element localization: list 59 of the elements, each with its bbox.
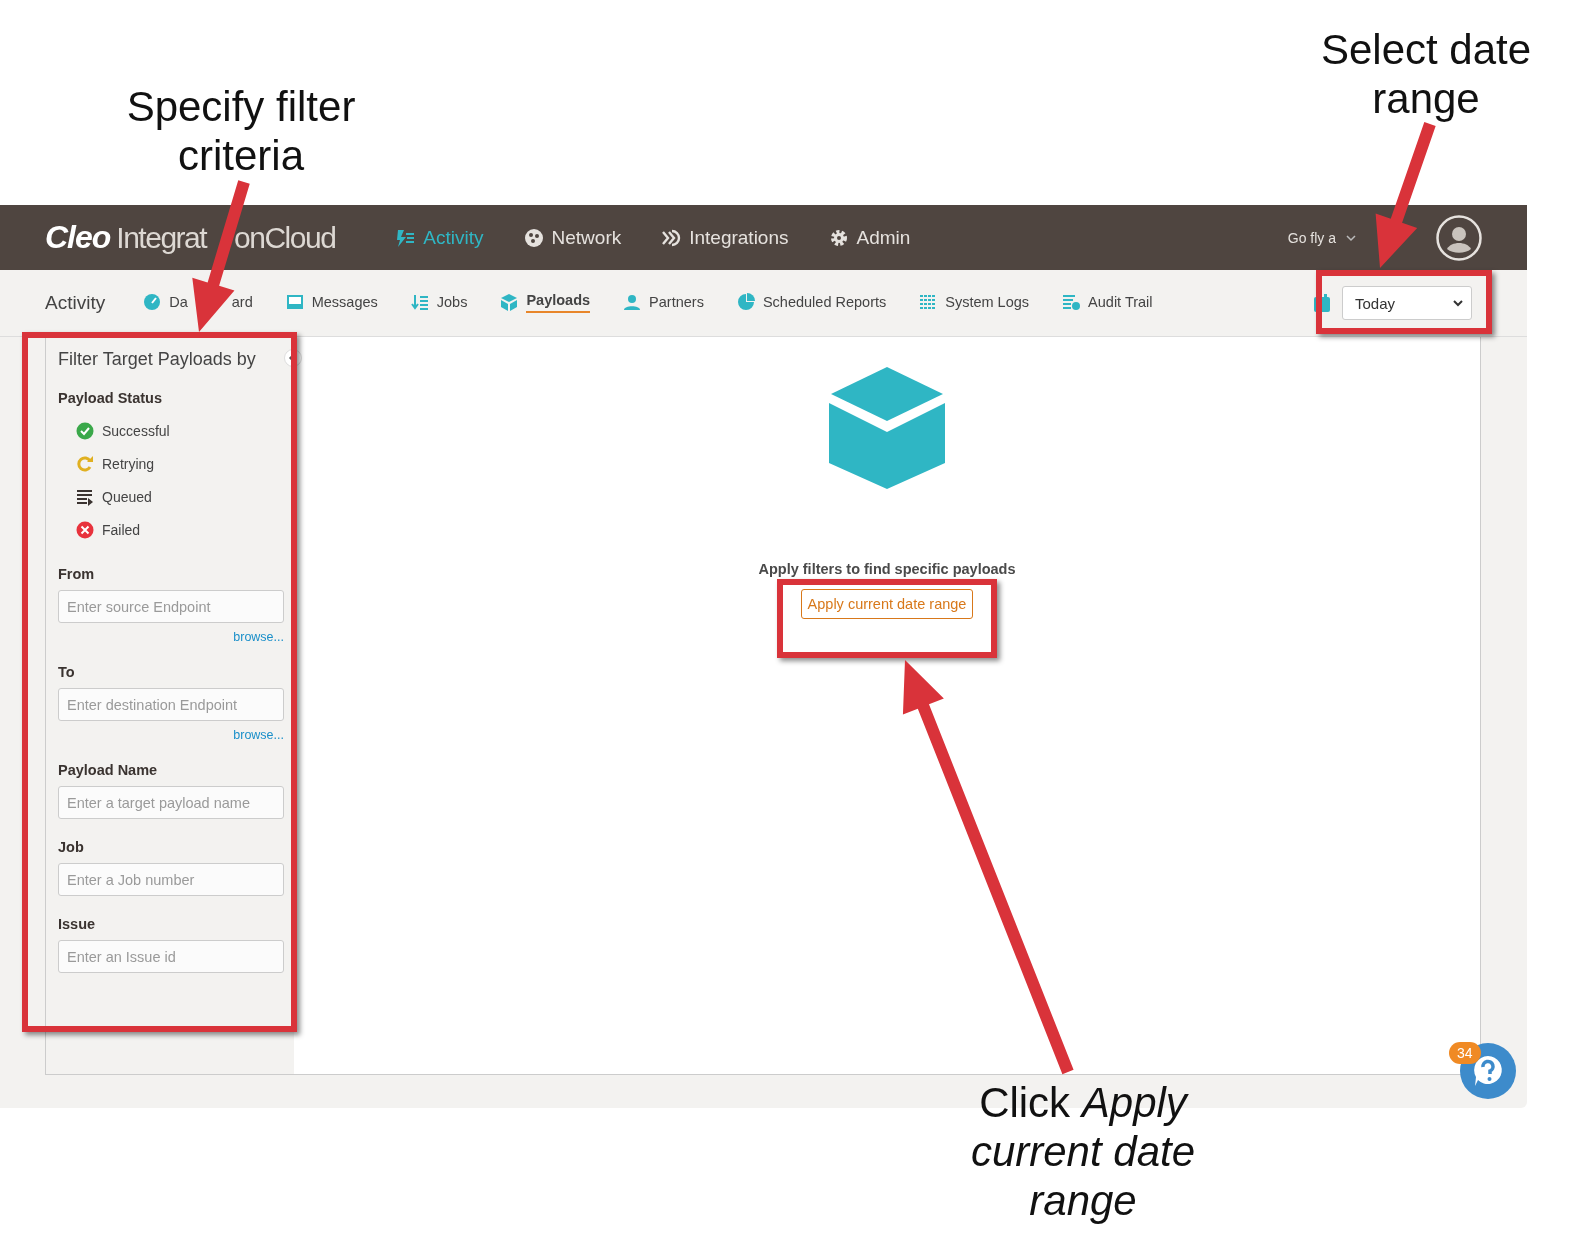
tab[interactable]: Messages — [285, 285, 378, 321]
queue-icon — [76, 487, 94, 506]
field-label: Issue — [58, 916, 97, 932]
list-icon — [1062, 293, 1081, 311]
annotation-text: Select date range — [1319, 25, 1533, 124]
nav-item[interactable]: Integrations — [661, 226, 789, 249]
input-field[interactable]: Enter a target payload name — [58, 786, 284, 819]
tab[interactable]: System Logs — [919, 285, 1030, 321]
field-label: From — [58, 566, 96, 582]
logo-product: Integrat — [116, 221, 207, 255]
field-label: Job — [58, 839, 85, 855]
input-field[interactable]: Enter a Job number — [58, 863, 284, 896]
box-icon — [500, 293, 519, 311]
tab[interactable]: Jobs — [410, 285, 468, 321]
section-title: Activity — [45, 292, 106, 314]
nav-item[interactable]: Activity — [395, 226, 484, 249]
panel-title: Filter Target Payloads by — [58, 349, 257, 370]
list-icon — [410, 293, 429, 311]
nav-item[interactable]: Network — [523, 226, 622, 249]
nav-item[interactable]: Admin — [828, 226, 911, 249]
check-circle-icon — [76, 421, 94, 440]
logo-product: onCloud — [234, 221, 336, 255]
field-label: To — [58, 664, 76, 680]
chevron-down-icon — [1346, 233, 1356, 242]
person-icon — [623, 293, 642, 311]
annotation-text: Click Apply current date range — [969, 1078, 1197, 1226]
date-range-select[interactable]: Today — [1342, 286, 1472, 320]
section-label: Payload Status — [58, 390, 163, 406]
logo-brand: Cleo — [45, 219, 111, 256]
annotation-text: Specify filter criteria — [125, 82, 357, 181]
avatar-icon[interactable] — [1436, 214, 1482, 261]
chevron-down-icon — [1453, 299, 1463, 307]
tab[interactable]: Scheduled Reports — [736, 285, 887, 321]
tab[interactable]: Da ard — [143, 285, 253, 321]
status-filter[interactable]: Queued — [76, 480, 284, 513]
input-field[interactable]: Enter source Endpoint — [58, 590, 284, 623]
gear-icon — [828, 227, 849, 248]
error-circle-icon — [76, 520, 94, 539]
input-field[interactable]: Enter an Issue id — [58, 940, 284, 973]
tab[interactable]: Payloads — [500, 285, 591, 321]
tab[interactable]: Partners — [623, 285, 704, 321]
status-filter[interactable]: Failed — [76, 513, 284, 546]
pie-chart-icon — [736, 293, 755, 311]
status-filter[interactable]: Retrying — [76, 447, 284, 480]
empty-state-message: Apply filters to find specific payloads — [758, 561, 1016, 577]
integrations-icon — [661, 227, 682, 248]
activity-icon — [395, 227, 416, 248]
field-label: Payload Name — [58, 762, 159, 778]
user-menu[interactable]: Go fly a — [1287, 229, 1336, 246]
retry-icon — [76, 454, 94, 473]
box-icon — [829, 367, 945, 489]
gauge-icon — [143, 293, 162, 311]
notification-badge: 34 — [1449, 1042, 1481, 1064]
input-field[interactable]: Enter destination Endpoint — [58, 688, 284, 721]
list-icon — [919, 293, 938, 311]
tab[interactable]: Audit Trail — [1062, 285, 1153, 321]
status-filter[interactable]: Successful — [76, 414, 284, 447]
tray-icon — [285, 293, 304, 311]
network-icon — [523, 227, 544, 248]
